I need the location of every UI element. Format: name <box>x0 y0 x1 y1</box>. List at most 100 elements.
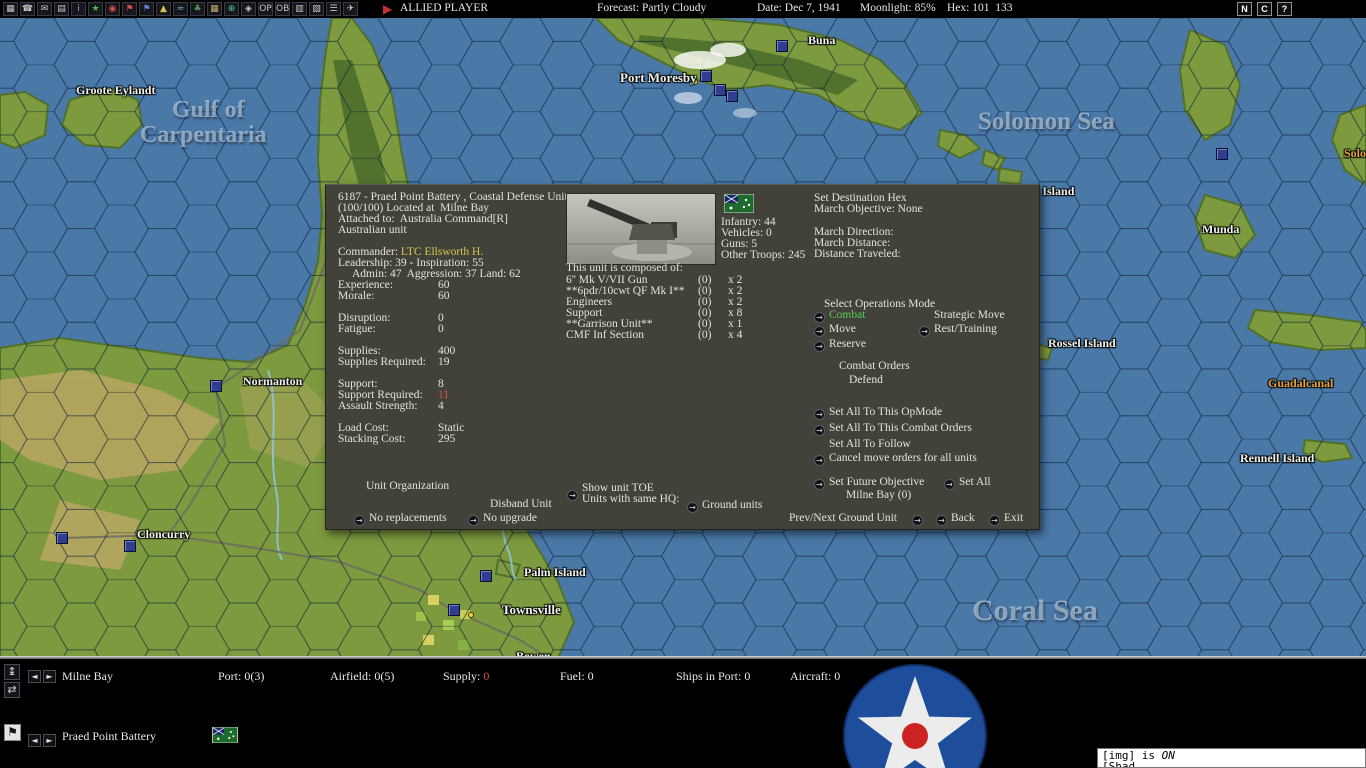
set-all-combat-orders[interactable]: Set All To This Combat Orders <box>829 422 972 434</box>
set-all-arrow-icon[interactable]: → <box>944 479 955 490</box>
phone-icon[interactable]: ☎ <box>20 2 35 16</box>
set-all-opmode-arrow-icon[interactable]: → <box>814 409 825 420</box>
combat-mode-arrow-icon[interactable]: → <box>814 312 825 323</box>
prev-next-ground-unit[interactable]: Prev/Next Ground Unit <box>789 512 897 524</box>
opmode-rest-training[interactable]: Rest/Training <box>934 323 997 335</box>
map-label-rossel-island: Rossel Island <box>1048 336 1116 350</box>
cancel-move-orders[interactable]: Cancel move orders for all units <box>829 452 977 464</box>
map-label-townsville: Townsville <box>502 602 561 617</box>
unit-marker[interactable] <box>714 84 726 96</box>
zoom-icon[interactable]: ↨ <box>4 664 20 680</box>
notepad-button[interactable]: N <box>1237 2 1252 16</box>
port-stat: Port: 0(3) <box>218 669 265 683</box>
menu-icon[interactable]: ☰ <box>326 2 341 16</box>
unit-marker[interactable] <box>210 380 222 392</box>
opmode-combat[interactable]: Combat <box>829 309 865 321</box>
end-turn-icon[interactable]: ▶ <box>383 1 392 17</box>
stat-value-assault-strength: 4 <box>438 400 444 412</box>
mail-icon[interactable]: ✉ <box>37 2 52 16</box>
hex-coords-label: Hex: 101 133 <box>947 2 1013 14</box>
unit-nationality: Australian unit <box>338 224 407 236</box>
player-label: ALLIED PLAYER <box>400 2 489 14</box>
stat-label-fatigue: Fatigue: <box>338 323 376 335</box>
op-report-icon[interactable]: OP <box>258 2 273 16</box>
back-arrow-icon[interactable]: → <box>936 515 947 526</box>
prev-base-button[interactable]: ◄ <box>28 670 41 683</box>
troops-other: Other Troops: 245 <box>721 249 806 261</box>
industry-icon[interactable]: ◈ <box>241 2 256 16</box>
set-future-objective-arrow-icon[interactable]: → <box>814 479 825 490</box>
next-unit-button[interactable]: ► <box>43 734 56 747</box>
stat-label-morale: Morale: <box>338 290 375 302</box>
stat-label-assault-strength: Assault Strength: <box>338 400 418 412</box>
sea-label-carpentaria: Carpentaria <box>140 122 267 148</box>
base-name[interactable]: Milne Bay <box>62 669 113 684</box>
unit-marker[interactable] <box>124 540 136 552</box>
order-of-battle-icon[interactable]: OB <box>275 2 290 16</box>
future-objective-value[interactable]: Milne Bay (0) <box>846 489 911 501</box>
star-icon[interactable]: ★ <box>88 2 103 16</box>
help-button[interactable]: ? <box>1277 2 1292 16</box>
set-all-button[interactable]: Set All <box>959 476 991 488</box>
unit-marker[interactable] <box>1216 148 1228 160</box>
set-all-follow[interactable]: Set All To Follow <box>829 438 911 450</box>
base-dot[interactable] <box>468 612 474 618</box>
unit-photo <box>566 193 716 265</box>
rest-mode-arrow-icon[interactable]: → <box>919 326 930 337</box>
show-toe-arrow-icon[interactable]: → <box>567 490 578 501</box>
back-button[interactable]: Back <box>951 512 975 524</box>
opmode-strategic-move[interactable]: Strategic Move <box>934 309 1005 321</box>
no-upgrade-toggle[interactable]: No upgrade <box>483 512 537 524</box>
set-all-opmode[interactable]: Set All To This OpMode <box>829 406 942 418</box>
unit-flag-slot-icon[interactable]: ⚑ <box>4 724 21 741</box>
exit-button[interactable]: Exit <box>1004 512 1023 524</box>
chart-icon[interactable]: ▲ <box>156 2 171 16</box>
combat-events-button[interactable]: C <box>1257 2 1272 16</box>
intel-icon[interactable]: i <box>71 2 86 16</box>
next-ground-unit-arrow-icon[interactable]: → <box>912 515 923 526</box>
no-replacements-arrow-icon[interactable]: → <box>354 515 365 526</box>
unit-marker[interactable] <box>726 90 738 102</box>
game-screen: ▦ ☎ ✉ ▤ i ★ ◉ ⚑ ⚑ ▲ ≈ ♣ ▦ ⊕ ◈ OP OB ▥ ▧ ☰ ✈ ▶ ALLIED PLAYER … <box>0 0 1366 768</box>
grid-icon[interactable]: ▧ <box>309 2 324 16</box>
set-all-combat-orders-arrow-icon[interactable]: → <box>814 425 825 436</box>
reserve-mode-arrow-icon[interactable]: → <box>814 341 825 352</box>
map-label-bowen: Bowen <box>516 649 551 656</box>
swap-view-icon[interactable]: ⇄ <box>4 682 20 698</box>
aircraft-icon[interactable]: ✈ <box>343 2 358 16</box>
list-icon[interactable]: ▥ <box>292 2 307 16</box>
report-icon[interactable]: ▤ <box>54 2 69 16</box>
unit-marker[interactable] <box>776 40 788 52</box>
cancel-move-orders-arrow-icon[interactable]: → <box>814 455 825 466</box>
target-icon[interactable]: ◉ <box>105 2 120 16</box>
no-upgrade-arrow-icon[interactable]: → <box>468 515 479 526</box>
reinforce-icon[interactable]: ⊕ <box>224 2 239 16</box>
selected-unit-name[interactable]: Praed Point Battery <box>62 729 156 744</box>
map-icon[interactable]: ▦ <box>207 2 222 16</box>
no-replacements-toggle[interactable]: No replacements <box>369 512 447 524</box>
unit-marker[interactable] <box>700 70 712 82</box>
red-flag-icon[interactable]: ⚑ <box>122 2 137 16</box>
opmode-reserve[interactable]: Reserve <box>829 338 866 350</box>
ground-units-arrow-icon[interactable]: → <box>687 502 698 513</box>
map-label-buna: Buna <box>808 33 836 47</box>
tree-icon[interactable]: ♣ <box>190 2 205 16</box>
next-base-button[interactable]: ► <box>43 670 56 683</box>
unit-marker[interactable] <box>56 532 68 544</box>
prev-unit-button[interactable]: ◄ <box>28 734 41 747</box>
sea-icon[interactable]: ≈ <box>173 2 188 16</box>
combat-order-defend[interactable]: Defend <box>849 374 883 386</box>
set-future-objective[interactable]: Set Future Objective <box>829 476 924 488</box>
opmode-move[interactable]: Move <box>829 323 856 335</box>
ground-units-button[interactable]: Ground units <box>702 499 762 511</box>
unit-marker[interactable] <box>480 570 492 582</box>
map-label-normanton: Normanton <box>243 374 303 388</box>
units-same-hq-button[interactable]: Units with same HQ: <box>582 493 679 505</box>
disband-unit-button[interactable]: Disband Unit <box>490 498 552 510</box>
disk-icon[interactable]: ▦ <box>3 2 18 16</box>
move-mode-arrow-icon[interactable]: → <box>814 326 825 337</box>
unit-marker[interactable] <box>448 604 460 616</box>
blue-flag-icon[interactable]: ⚑ <box>139 2 154 16</box>
exit-arrow-icon[interactable]: → <box>989 515 1000 526</box>
selected-unit-flag-icon <box>211 726 239 748</box>
